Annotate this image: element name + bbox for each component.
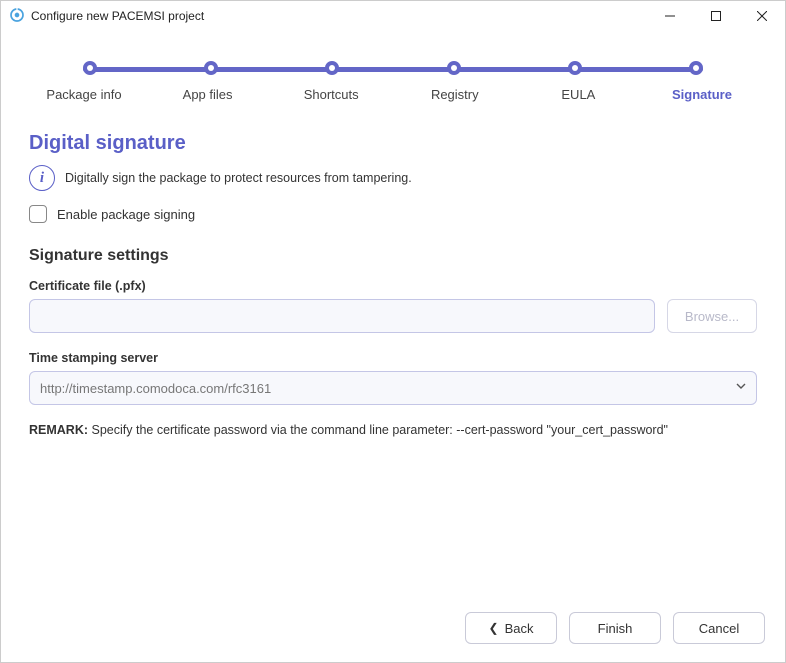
step-dot-signature[interactable]	[689, 61, 703, 75]
step-label-eula[interactable]: EULA	[533, 87, 623, 102]
minimize-button[interactable]	[647, 1, 693, 31]
step-label-signature[interactable]: Signature	[657, 87, 747, 102]
step-dot-app-files[interactable]	[204, 61, 218, 75]
timestamp-label: Time stamping server	[29, 351, 757, 365]
wizard-steps: Package info App files Shortcuts Registr…	[61, 61, 725, 102]
cancel-button[interactable]: Cancel	[673, 612, 765, 644]
settings-title: Signature settings	[29, 247, 757, 265]
step-label-package-info[interactable]: Package info	[39, 87, 129, 102]
remark-prefix: REMARK:	[29, 423, 88, 437]
step-dot-package-info[interactable]	[83, 61, 97, 75]
timestamp-input[interactable]	[29, 371, 757, 405]
window-title: Configure new PACEMSI project	[31, 9, 204, 23]
step-dot-eula[interactable]	[568, 61, 582, 75]
enable-signing-label: Enable package signing	[57, 207, 195, 222]
close-button[interactable]	[739, 1, 785, 31]
titlebar: Configure new PACEMSI project	[1, 1, 785, 31]
cert-file-input[interactable]	[29, 299, 655, 333]
footer: ❮ Back Finish Cancel	[1, 596, 785, 662]
finish-button[interactable]: Finish	[569, 612, 661, 644]
chevron-left-icon: ❮	[489, 621, 499, 635]
info-text: Digitally sign the package to protect re…	[65, 171, 412, 185]
step-dot-shortcuts[interactable]	[325, 61, 339, 75]
remark-text: REMARK: Specify the certificate password…	[29, 423, 757, 437]
remark-body: Specify the certificate password via the…	[88, 423, 668, 437]
app-icon	[9, 7, 25, 26]
enable-signing-checkbox[interactable]	[29, 205, 47, 223]
step-label-registry[interactable]: Registry	[410, 87, 500, 102]
step-dot-registry[interactable]	[447, 61, 461, 75]
content-area: Digital signature i Digitally sign the p…	[1, 110, 785, 596]
enable-signing-row[interactable]: Enable package signing	[29, 205, 757, 223]
back-button-label: Back	[505, 621, 534, 636]
browse-button[interactable]: Browse...	[667, 299, 757, 333]
info-icon: i	[29, 165, 55, 191]
cert-file-label: Certificate file (.pfx)	[29, 279, 757, 293]
timestamp-combo[interactable]	[29, 371, 757, 405]
page-title: Digital signature	[29, 132, 757, 155]
maximize-button[interactable]	[693, 1, 739, 31]
step-label-app-files[interactable]: App files	[163, 87, 253, 102]
step-label-shortcuts[interactable]: Shortcuts	[286, 87, 376, 102]
back-button[interactable]: ❮ Back	[465, 612, 557, 644]
